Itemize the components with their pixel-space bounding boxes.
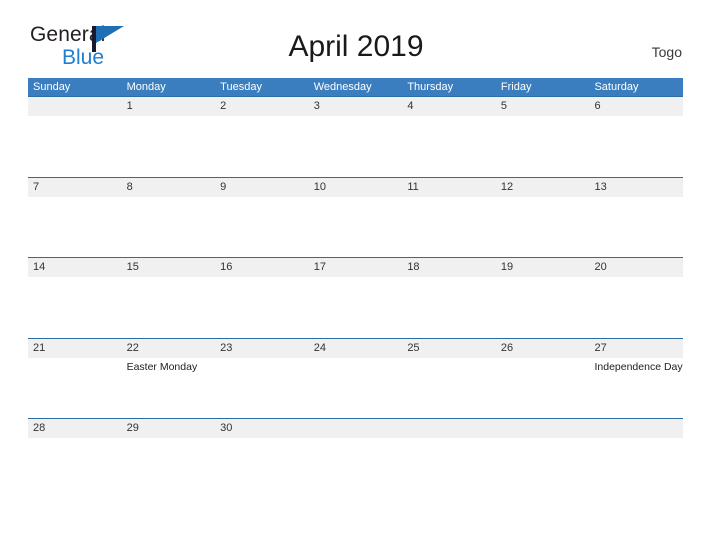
page-header: General Blue April 2019 Togo — [0, 0, 712, 78]
weekday-header-wednesday: Wednesday — [313, 81, 372, 93]
day-cell[interactable]: 1 — [122, 97, 216, 177]
day-cell[interactable]: 7 — [28, 178, 122, 258]
week-row: 28 29 30 — [28, 418, 683, 499]
day-number: 27 — [594, 341, 607, 354]
weekday-header-tuesday: Tuesday — [220, 81, 262, 93]
day-cell[interactable] — [589, 419, 683, 499]
day-number: 16 — [220, 261, 233, 273]
day-cell[interactable] — [28, 97, 122, 177]
day-number: 1 — [126, 100, 133, 112]
day-cell[interactable]: 21 — [28, 339, 122, 419]
day-cell[interactable]: 24 — [309, 339, 403, 419]
day-number: 2 — [220, 100, 227, 112]
country-label: Togo — [651, 44, 682, 60]
day-number: 7 — [33, 180, 40, 193]
day-cell[interactable]: 8 — [122, 178, 216, 258]
day-cell[interactable]: 11 — [402, 178, 496, 258]
day-cell[interactable]: 16 — [215, 258, 309, 338]
day-number: 12 — [500, 180, 514, 193]
day-number: 3 — [313, 100, 320, 112]
day-cell[interactable]: 17 — [309, 258, 403, 338]
day-number: 19 — [500, 261, 514, 273]
weekday-header-monday: Monday — [126, 81, 166, 93]
day-number: 10 — [313, 180, 326, 193]
day-number: 8 — [126, 180, 133, 193]
day-cell[interactable]: 2 — [215, 97, 309, 177]
day-cell[interactable]: 29 — [122, 419, 216, 499]
day-number: 21 — [33, 341, 46, 354]
day-number: 5 — [500, 100, 508, 112]
page-title: April 2019 — [288, 30, 424, 63]
week-row: 1 2 3 4 5 6 — [28, 96, 683, 177]
weekday-header-friday: Friday — [500, 81, 532, 93]
day-cell[interactable]: 13 — [589, 178, 683, 258]
day-number: 9 — [220, 180, 227, 193]
week-row: 14 15 16 17 18 19 20 — [28, 257, 683, 338]
day-number: 26 — [500, 341, 514, 354]
weekday-header-sunday: Sunday — [33, 81, 71, 93]
day-cell[interactable]: 23 — [215, 339, 309, 419]
day-number — [407, 419, 496, 438]
weekday-header-thursday: Thursday — [407, 81, 454, 93]
day-cell[interactable]: 26 — [496, 339, 590, 419]
day-number: 15 — [126, 261, 139, 273]
day-number: 25 — [407, 341, 420, 354]
day-number: 28 — [33, 422, 46, 434]
day-number: 22 — [126, 341, 139, 354]
day-number — [314, 419, 403, 438]
day-number — [33, 97, 122, 116]
day-cell[interactable]: 28 — [28, 419, 122, 499]
day-cell[interactable]: 5 — [496, 97, 590, 177]
day-cell[interactable]: 22 Easter Monday — [122, 339, 216, 419]
day-event-label: Independence Day — [594, 360, 683, 373]
day-number: 29 — [126, 422, 139, 434]
day-number: 23 — [220, 341, 233, 354]
day-cell[interactable]: 18 — [402, 258, 496, 338]
day-number: 14 — [33, 261, 46, 273]
day-cell[interactable]: 19 — [496, 258, 590, 338]
day-cell[interactable] — [496, 419, 590, 499]
weekday-header-row: Sunday Monday Tuesday Wednesday Thursday… — [28, 78, 683, 96]
day-cell[interactable]: 4 — [402, 97, 496, 177]
day-number — [594, 419, 683, 438]
day-number: 30 — [220, 422, 233, 434]
day-number: 17 — [313, 261, 326, 273]
day-event-label: Easter Monday — [126, 360, 198, 373]
week-row: 7 8 9 10 11 12 13 — [28, 176, 683, 258]
day-cell[interactable]: 9 — [215, 178, 309, 258]
day-cell[interactable]: 30 — [215, 419, 309, 499]
day-cell[interactable]: 14 — [28, 258, 122, 338]
day-cell[interactable]: 25 — [402, 339, 496, 419]
day-number: 20 — [594, 261, 607, 273]
day-number: 4 — [407, 100, 414, 112]
day-cell[interactable]: 12 — [496, 178, 590, 258]
day-cell[interactable]: 20 — [589, 258, 683, 338]
day-cell[interactable]: 6 — [589, 97, 683, 177]
week-row: 21 22 Easter Monday 23 24 25 26 27 Indep… — [28, 337, 683, 419]
day-number: 13 — [594, 180, 607, 193]
weekday-header-saturday: Saturday — [594, 81, 639, 93]
day-cell[interactable]: 15 — [122, 258, 216, 338]
day-cell[interactable] — [402, 419, 496, 499]
day-number: 18 — [407, 261, 420, 273]
day-number — [501, 419, 590, 438]
day-number: 6 — [594, 100, 601, 112]
day-number: 11 — [407, 180, 419, 193]
day-number: 24 — [313, 341, 326, 354]
calendar-grid: Sunday Monday Tuesday Wednesday Thursday… — [28, 78, 683, 499]
day-cell[interactable] — [309, 419, 403, 499]
day-cell[interactable]: 10 — [309, 178, 403, 258]
day-cell[interactable]: 27 Independence Day — [589, 339, 683, 419]
day-cell[interactable]: 3 — [309, 97, 403, 177]
